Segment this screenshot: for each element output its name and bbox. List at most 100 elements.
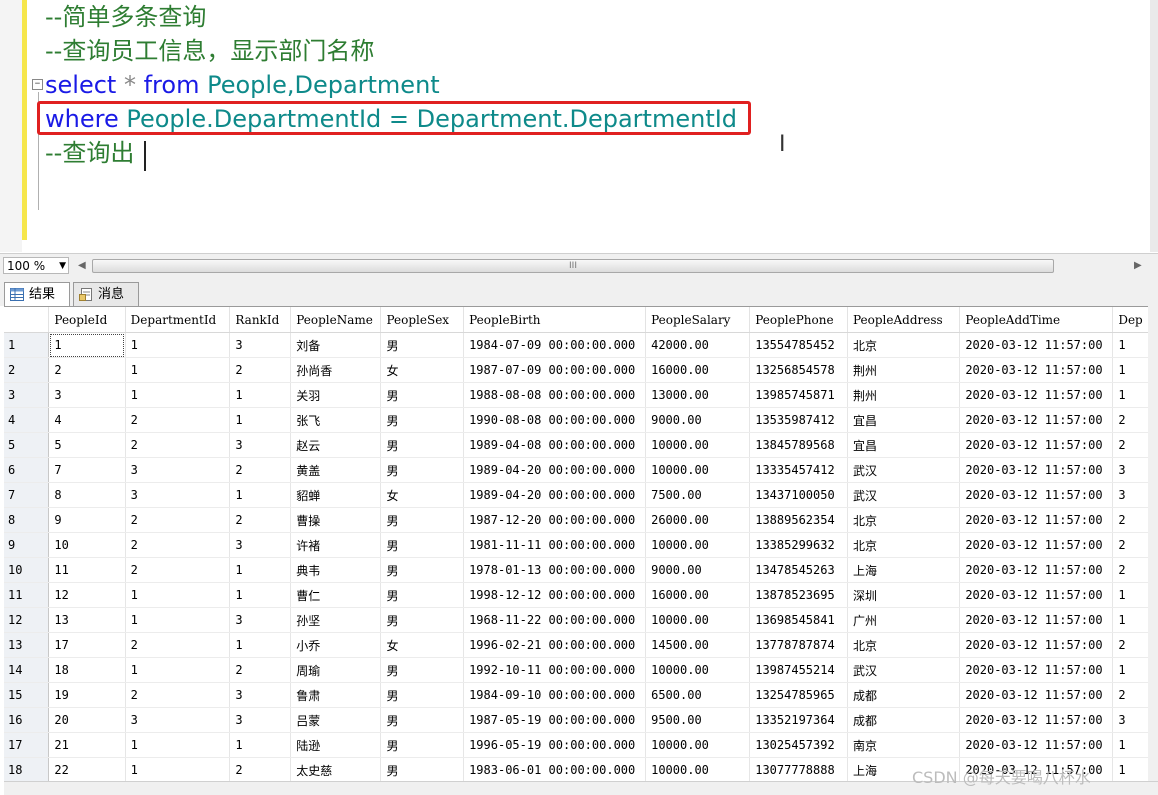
table-cell[interactable]: 许褚 — [290, 532, 382, 558]
table-cell[interactable]: 2 — [48, 357, 126, 383]
row-header[interactable]: 16 — [4, 707, 50, 733]
table-cell[interactable]: 1989-04-20 00:00:00.000 — [463, 482, 647, 508]
column-header[interactable]: PeoplePhone — [749, 307, 848, 333]
table-cell[interactable]: 2 — [125, 632, 231, 658]
table-cell[interactable]: 10000.00 — [645, 532, 751, 558]
column-header[interactable]: PeopleAddTime — [959, 307, 1114, 333]
table-cell[interactable]: 男 — [380, 582, 465, 608]
table-cell[interactable]: 广州 — [847, 607, 961, 633]
table-cell[interactable]: 13335457412 — [749, 457, 848, 483]
table-row[interactable]: 2 2 1 2 孙尚香女 1987-07-09 00:00:00.000 16000.00 1… — [4, 357, 1158, 383]
table-cell[interactable]: 13698545841 — [749, 607, 848, 633]
table-cell[interactable]: 2 — [229, 657, 292, 683]
table-cell[interactable]: 10000.00 — [645, 732, 751, 758]
row-header[interactable]: 6 — [4, 457, 50, 483]
table-cell[interactable]: 19 — [48, 682, 126, 708]
table-row[interactable]: 17 21 1 1 陆逊男 1996-05-19 00:00:00.000 10000.00… — [4, 732, 1158, 758]
table-cell[interactable]: 男 — [380, 532, 465, 558]
table-cell[interactable]: 南京 — [847, 732, 961, 758]
table-cell[interactable]: 女 — [380, 482, 465, 508]
table-cell[interactable]: 鲁肃 — [290, 682, 382, 708]
table-cell[interactable]: 3 — [125, 707, 231, 733]
table-cell[interactable]: 1983-06-01 00:00:00.000 — [463, 757, 647, 783]
table-cell[interactable]: 2020-03-12 11:57:00 — [959, 332, 1114, 358]
table-cell[interactable]: 2 — [125, 507, 231, 533]
table-cell[interactable]: 9000.00 — [645, 557, 751, 583]
table-cell[interactable]: 男 — [380, 657, 465, 683]
table-row[interactable]: 11 12 1 1 曹仁男 1998-12-12 00:00:00.000 16000.00… — [4, 582, 1158, 608]
table-cell[interactable]: 1990-08-08 00:00:00.000 — [463, 407, 647, 433]
table-cell[interactable]: 2 — [229, 357, 292, 383]
table-cell[interactable]: 2020-03-12 11:57:00 — [959, 707, 1114, 733]
table-cell[interactable]: 1 — [229, 407, 292, 433]
table-cell[interactable]: 2020-03-12 11:57:00 — [959, 682, 1114, 708]
table-cell[interactable]: 3 — [229, 682, 292, 708]
table-cell[interactable]: 1 — [125, 382, 231, 408]
table-cell[interactable]: 2 — [229, 457, 292, 483]
table-cell[interactable]: 荆州 — [847, 382, 961, 408]
row-header[interactable]: 11 — [4, 582, 50, 608]
table-cell[interactable]: 男 — [380, 332, 465, 358]
scroll-left-icon[interactable]: ◀ — [78, 258, 86, 274]
table-cell[interactable]: 小乔 — [290, 632, 382, 658]
table-cell[interactable]: 男 — [380, 407, 465, 433]
column-header[interactable]: PeopleId — [48, 307, 126, 333]
row-header[interactable]: 15 — [4, 682, 50, 708]
table-cell[interactable]: 宜昌 — [847, 407, 961, 433]
table-row[interactable]: 15 19 2 3 鲁肃男 1984-09-10 00:00:00.000 6500.00 1… — [4, 682, 1158, 708]
table-cell[interactable]: 3 — [229, 532, 292, 558]
row-header[interactable]: 17 — [4, 732, 50, 758]
table-cell[interactable]: 曹操 — [290, 507, 382, 533]
row-header[interactable]: 3 — [4, 382, 50, 408]
table-cell[interactable]: 22 — [48, 757, 126, 783]
table-cell[interactable]: 宜昌 — [847, 432, 961, 458]
scroll-right-icon[interactable]: ▶ — [1134, 258, 1142, 274]
table-cell[interactable]: 13352197364 — [749, 707, 848, 733]
table-cell[interactable]: 成都 — [847, 707, 961, 733]
row-header[interactable]: 18 — [4, 757, 50, 783]
table-cell[interactable]: 7500.00 — [645, 482, 751, 508]
table-cell[interactable]: 8 — [48, 482, 126, 508]
table-cell[interactable]: 1 — [229, 582, 292, 608]
results-grid[interactable]: PeopleId DepartmentId RankId PeopleName … — [4, 306, 1158, 795]
table-cell[interactable]: 吕蒙 — [290, 707, 382, 733]
table-cell[interactable]: 1989-04-20 00:00:00.000 — [463, 457, 647, 483]
table-cell[interactable]: 2020-03-12 11:57:00 — [959, 607, 1114, 633]
table-cell[interactable]: 13987455214 — [749, 657, 848, 683]
table-cell[interactable]: 1988-08-08 00:00:00.000 — [463, 382, 647, 408]
table-cell[interactable]: 荆州 — [847, 357, 961, 383]
table-cell[interactable]: 武汉 — [847, 657, 961, 683]
table-cell[interactable]: 1 — [229, 482, 292, 508]
table-cell[interactable]: 陆逊 — [290, 732, 382, 758]
table-cell[interactable]: 3 — [229, 707, 292, 733]
table-cell[interactable]: 北京 — [847, 332, 961, 358]
table-cell[interactable]: 2 — [125, 432, 231, 458]
table-row[interactable]: 1 1 1 3 刘备男 1984-07-09 00:00:00.000 42000.00 13… — [4, 332, 1158, 358]
table-cell[interactable]: 2020-03-12 11:57:00 — [959, 632, 1114, 658]
editor-horizontal-scrollbar[interactable]: ◀ III ▶ — [76, 258, 1146, 274]
table-cell[interactable]: 2 — [125, 682, 231, 708]
table-cell[interactable]: 1 — [125, 582, 231, 608]
table-cell[interactable]: 男 — [380, 432, 465, 458]
column-header[interactable]: DepartmentId — [125, 307, 231, 333]
query-editor[interactable]: − --简单多条查询 --查询员工信息，显示部门名称 select * from… — [0, 0, 1158, 252]
table-cell[interactable]: 曹仁 — [290, 582, 382, 608]
table-cell[interactable]: 16000.00 — [645, 357, 751, 383]
table-cell[interactable]: 13535987412 — [749, 407, 848, 433]
table-cell[interactable]: 1 — [125, 757, 231, 783]
table-row[interactable]: 6 7 3 2 黄盖男 1989-04-20 00:00:00.000 10000.00 13… — [4, 457, 1158, 483]
grid-vertical-scrollbar[interactable] — [1148, 306, 1158, 794]
table-cell[interactable]: 2 — [125, 532, 231, 558]
table-cell[interactable]: 男 — [380, 757, 465, 783]
row-header[interactable]: 8 — [4, 507, 50, 533]
column-header[interactable]: PeopleSalary — [645, 307, 751, 333]
table-cell[interactable]: 1984-07-09 00:00:00.000 — [463, 332, 647, 358]
table-cell[interactable]: 3 — [229, 332, 292, 358]
table-cell[interactable]: 北京 — [847, 532, 961, 558]
table-cell[interactable]: 9000.00 — [645, 407, 751, 433]
table-cell[interactable]: 男 — [380, 732, 465, 758]
table-cell[interactable]: 42000.00 — [645, 332, 751, 358]
table-cell[interactable]: 10000.00 — [645, 432, 751, 458]
row-header[interactable]: 14 — [4, 657, 50, 683]
row-header[interactable]: 10 — [4, 557, 50, 583]
